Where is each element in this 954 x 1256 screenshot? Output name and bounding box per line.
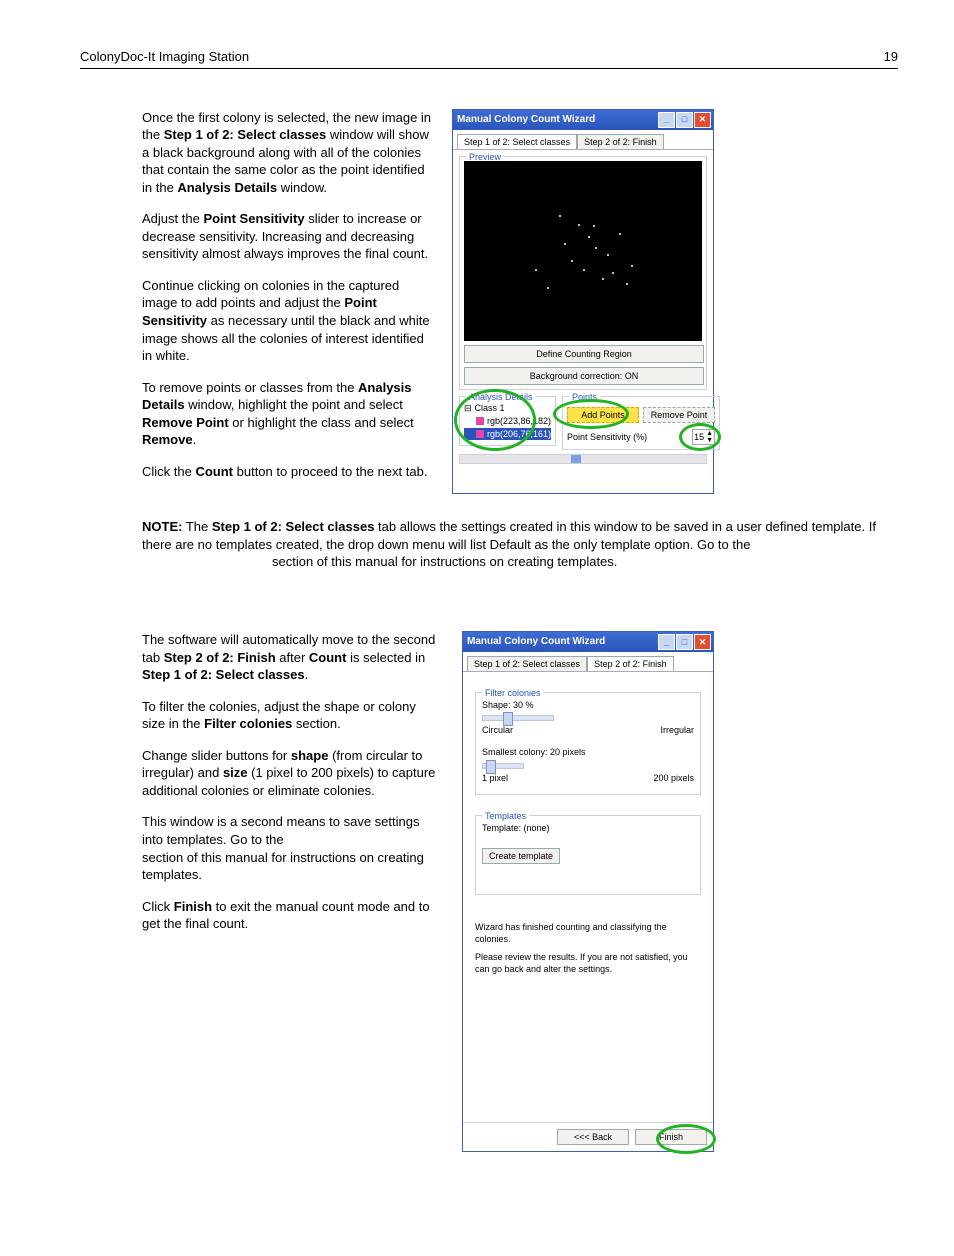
size-slider[interactable]	[482, 763, 524, 769]
close-icon[interactable]: ✕	[694, 112, 711, 128]
tree-rgb1[interactable]: rgb(223,86,182)	[464, 415, 551, 427]
para: To remove points or classes from the Ana…	[142, 379, 432, 449]
tab-step1[interactable]: Step 1 of 2: Select classes	[467, 656, 587, 671]
para: Click the Count button to proceed to the…	[142, 463, 432, 481]
note: NOTE: The Step 1 of 2: Select classes ta…	[80, 518, 898, 571]
para: To filter the colonies, adjust the shape…	[142, 698, 442, 733]
para: This window is a second means to save se…	[142, 813, 442, 883]
shape-slider[interactable]	[482, 715, 554, 721]
sensitivity-spinner[interactable]: 15 ▲▼	[692, 429, 715, 445]
background-correction-button[interactable]: Background correction: ON	[464, 367, 704, 385]
minimize-icon[interactable]: _	[658, 634, 675, 650]
minimize-icon[interactable]: _	[658, 112, 675, 128]
preview-image	[464, 161, 702, 341]
para: Continue clicking on colonies in the cap…	[142, 277, 432, 365]
wizard-step2-screenshot: Manual Colony Count Wizard _ □ ✕ Step 1 …	[462, 631, 714, 1152]
remove-point-button[interactable]: Remove Point	[643, 407, 715, 423]
window-title: Manual Colony Count Wizard	[467, 635, 605, 649]
doc-title: ColonyDoc-It Imaging Station	[80, 48, 249, 66]
finish-button[interactable]: Finish	[635, 1129, 707, 1145]
wizard-step1-screenshot: Manual Colony Count Wizard _ □ ✕ Step 1 …	[452, 109, 714, 495]
sensitivity-label: Point Sensitivity (%)	[567, 431, 647, 443]
templates-label: Templates	[482, 810, 529, 822]
maximize-icon[interactable]: □	[676, 112, 693, 128]
irregular-label: Irregular	[660, 724, 694, 736]
filter-colonies-label: Filter colonies	[482, 687, 544, 699]
wizard-msg1: Wizard has finished counting and classif…	[475, 921, 701, 945]
para: Adjust the Point Sensitivity slider to i…	[142, 210, 432, 263]
max-px-label: 200 pixels	[653, 772, 694, 784]
template-none: Template: (none)	[482, 822, 694, 834]
analysis-details-label: Analysis Details	[466, 391, 536, 403]
create-template-button[interactable]: Create template	[482, 848, 560, 864]
maximize-icon[interactable]: □	[676, 634, 693, 650]
back-button[interactable]: <<< Back	[557, 1129, 629, 1145]
tree-class[interactable]: ⊟ Class 1	[464, 402, 551, 414]
shape-label: Shape: 30 %	[482, 699, 694, 711]
tab-step2[interactable]: Step 2 of 2: Finish	[587, 656, 674, 671]
tree-rgb2[interactable]: rgb(206,76,161)	[464, 428, 551, 440]
para: Once the first colony is selected, the n…	[142, 109, 432, 197]
para: Change slider buttons for shape (from ci…	[142, 747, 442, 800]
close-icon[interactable]: ✕	[694, 634, 711, 650]
window-title: Manual Colony Count Wizard	[457, 113, 595, 127]
para: The software will automatically move to …	[142, 631, 442, 684]
define-region-button[interactable]: Define Counting Region	[464, 345, 704, 363]
points-label: Points	[569, 391, 600, 403]
page-number: 19	[884, 48, 898, 66]
add-points-button[interactable]: Add Points	[567, 407, 639, 423]
tab-step1[interactable]: Step 1 of 2: Select classes	[457, 134, 577, 149]
smallest-label: Smallest colony: 20 pixels	[482, 746, 694, 758]
para: Click Finish to exit the manual count mo…	[142, 898, 442, 933]
wizard-msg2: Please review the results. If you are no…	[475, 951, 701, 975]
tab-step2[interactable]: Step 2 of 2: Finish	[577, 134, 664, 149]
progress-bar	[459, 454, 707, 464]
